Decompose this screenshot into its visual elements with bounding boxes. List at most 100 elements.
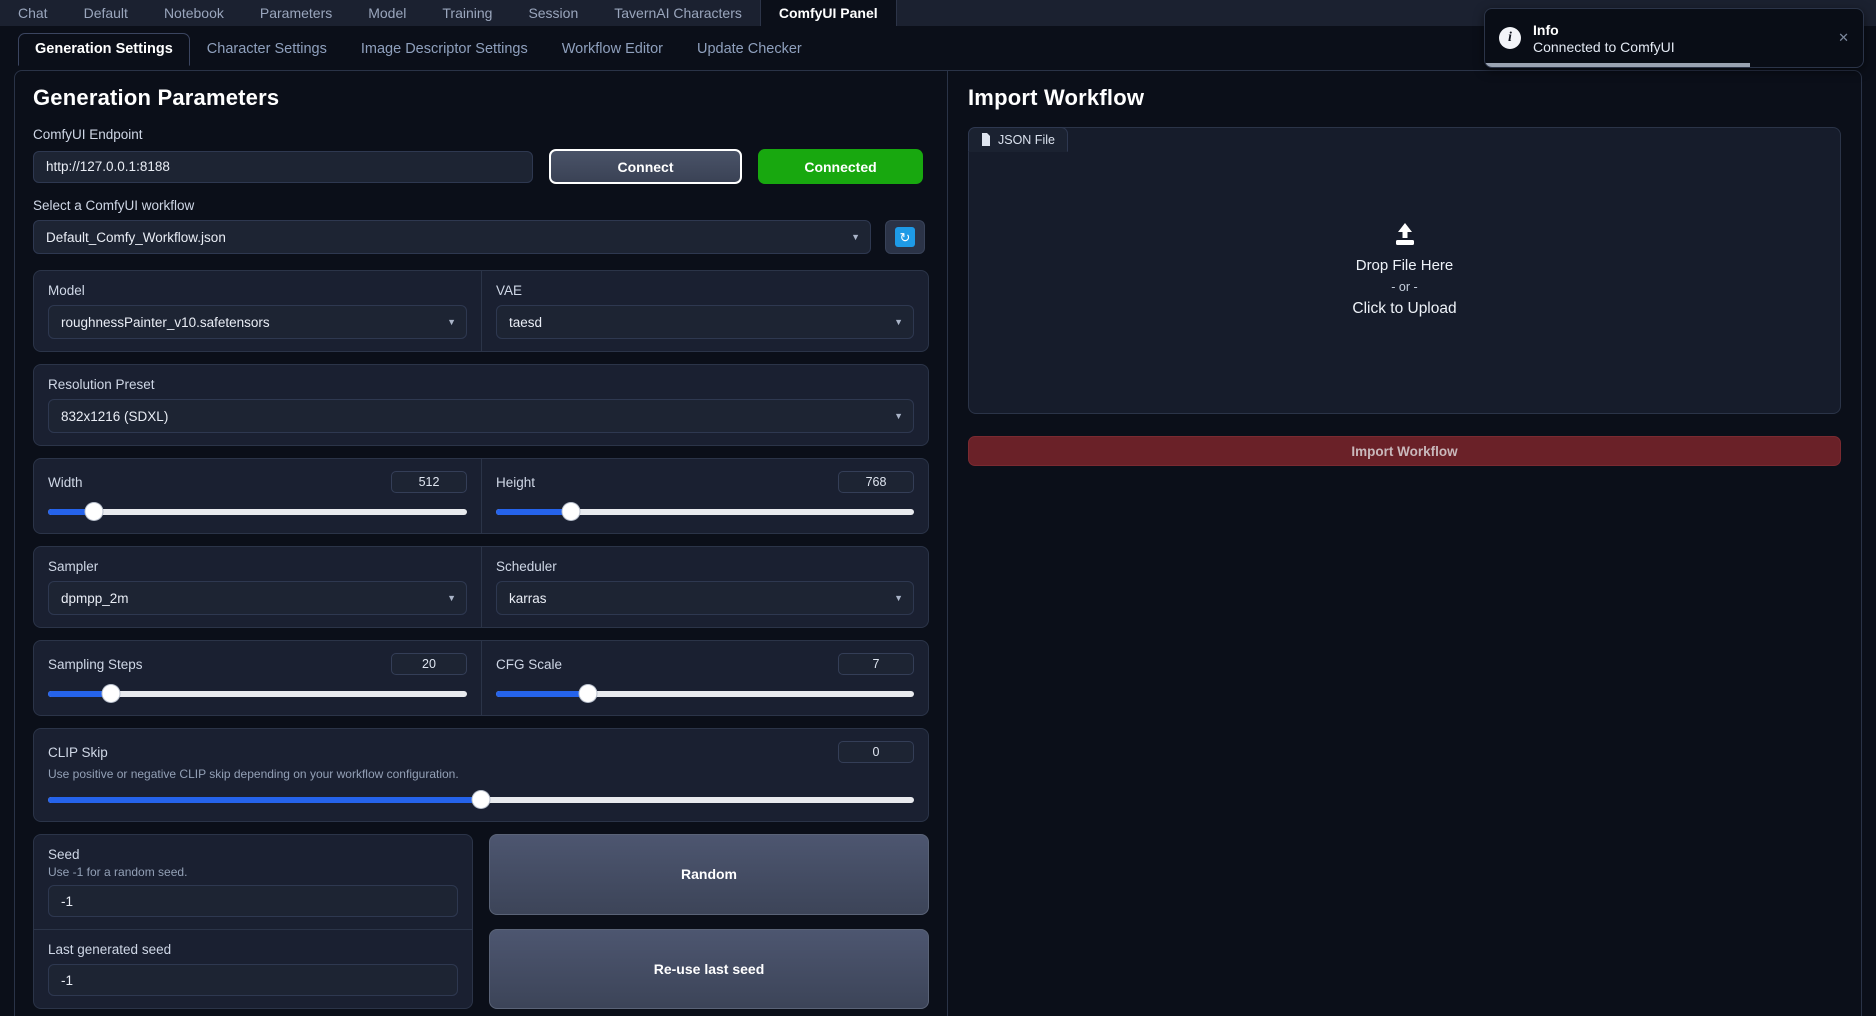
click-to-upload-link[interactable]: Click to Upload — [1352, 300, 1456, 318]
resolution-select[interactable]: 832x1216 (SDXL) ▼ — [48, 399, 914, 433]
endpoint-input[interactable]: http://127.0.0.1:8188 — [33, 150, 533, 183]
json-file-tab-label: JSON File — [998, 132, 1055, 147]
workflow-select[interactable]: Default_Comfy_Workflow.json ▼ — [33, 220, 871, 254]
dimensions-panel: Width 512 Height 768 — [33, 458, 929, 534]
connect-button[interactable]: Connect — [549, 149, 742, 184]
topnav-item-training[interactable]: Training — [424, 0, 510, 26]
topnav-item-default[interactable]: Default — [66, 0, 146, 26]
clip-skip-slider[interactable] — [48, 791, 914, 809]
connection-status-badge[interactable]: Connected — [758, 149, 923, 184]
clip-skip-help-text: Use positive or negative CLIP skip depen… — [48, 767, 459, 781]
chevron-down-icon: ▼ — [894, 317, 903, 327]
height-field: Height 768 — [481, 459, 928, 533]
sampler-scheduler-panel: Sampler dpmpp_2m ▼ Scheduler karras ▼ — [33, 546, 929, 628]
width-slider[interactable] — [48, 503, 467, 521]
toast-title: Info — [1533, 21, 1559, 38]
scheduler-select-value: karras — [509, 590, 547, 606]
height-slider[interactable] — [496, 503, 914, 521]
slider-thumb[interactable] — [102, 685, 120, 702]
slider-thumb[interactable] — [579, 685, 597, 702]
vae-select[interactable]: taesd ▼ — [496, 305, 914, 339]
close-icon[interactable]: ✕ — [1838, 30, 1849, 46]
last-generated-seed-input[interactable]: -1 — [48, 964, 458, 996]
json-file-tab[interactable]: JSON File — [968, 127, 1068, 152]
refresh-icon: ↻ — [895, 227, 915, 247]
tab-update-checker[interactable]: Update Checker — [680, 33, 819, 66]
width-label: Width — [48, 474, 83, 490]
last-generated-seed-field: Last generated seed -1 — [34, 929, 472, 1008]
topnav-item-comfyui-panel[interactable]: ComfyUI Panel — [759, 0, 897, 26]
file-dropzone[interactable]: JSON File Drop File Here - or - Click to… — [968, 127, 1841, 414]
dropzone-body: Drop File Here - or - Click to Upload — [969, 128, 1840, 413]
cfg-scale-slider[interactable] — [496, 685, 914, 703]
topnav-item-session[interactable]: Session — [510, 0, 596, 26]
info-icon: i — [1499, 27, 1521, 49]
file-icon — [982, 133, 990, 146]
toast-text: Info Connected to ComfyUI — [1533, 22, 1675, 55]
clip-skip-value-input[interactable]: 0 — [838, 741, 914, 763]
seed-input[interactable]: -1 — [48, 885, 458, 917]
tab-image-descriptor-settings[interactable]: Image Descriptor Settings — [344, 33, 545, 66]
tab-workflow-editor[interactable]: Workflow Editor — [545, 33, 680, 66]
clip-skip-panel: CLIP Skip 0 Use positive or negative CLI… — [33, 728, 929, 822]
toast-notification[interactable]: i Info Connected to ComfyUI ✕ — [1484, 8, 1864, 68]
upload-icon — [1395, 223, 1414, 245]
topnav-item-parameters[interactable]: Parameters — [242, 0, 350, 26]
topnav-item-model[interactable]: Model — [350, 0, 424, 26]
slider-thumb[interactable] — [562, 503, 580, 520]
refresh-workflows-button[interactable]: ↻ — [885, 220, 925, 254]
toast-message: Connected to ComfyUI — [1533, 38, 1675, 55]
sampler-label: Sampler — [48, 559, 99, 574]
scheduler-select[interactable]: karras ▼ — [496, 581, 914, 615]
width-value-input[interactable]: 512 — [391, 471, 467, 493]
workflow-select-value: Default_Comfy_Workflow.json — [46, 229, 226, 245]
toast-progress-bar — [1485, 63, 1750, 67]
drop-file-here-text: Drop File Here — [1355, 257, 1454, 274]
import-workflow-button[interactable]: Import Workflow — [968, 436, 1841, 466]
generation-parameters-column: Generation Parameters ComfyUI Endpoint h… — [15, 71, 948, 1016]
resolution-label: Resolution Preset — [48, 377, 155, 392]
slider-fill — [496, 509, 572, 515]
steps-cfg-panel: Sampling Steps 20 CFG Scale 7 — [33, 640, 929, 716]
height-value-input[interactable]: 768 — [838, 471, 914, 493]
sampler-select[interactable]: dpmpp_2m ▼ — [48, 581, 467, 615]
sampling-steps-label: Sampling Steps — [48, 656, 143, 672]
topnav-item-notebook[interactable]: Notebook — [146, 0, 242, 26]
chevron-down-icon: ▼ — [447, 593, 456, 603]
resolution-select-value: 832x1216 (SDXL) — [61, 408, 169, 424]
tab-generation-settings[interactable]: Generation Settings — [18, 33, 190, 66]
sampling-steps-slider[interactable] — [48, 685, 467, 703]
import-workflow-title: Import Workflow — [968, 85, 1145, 110]
seed-help-text: Use -1 for a random seed. — [48, 865, 188, 879]
sampling-steps-field: Sampling Steps 20 — [34, 641, 481, 715]
reuse-last-seed-button[interactable]: Re-use last seed — [489, 928, 929, 1009]
last-generated-seed-label: Last generated seed — [48, 942, 172, 957]
model-select-value: roughnessPainter_v10.safetensors — [61, 314, 270, 330]
resolution-preset-panel: Resolution Preset 832x1216 (SDXL) ▼ — [33, 364, 929, 446]
topnav-item-tavernai-characters[interactable]: TavernAI Characters — [596, 0, 760, 26]
sampler-field: Sampler dpmpp_2m ▼ — [34, 547, 481, 627]
slider-track — [48, 509, 467, 515]
vae-field: VAE taesd ▼ — [481, 271, 928, 351]
chevron-down-icon: ▼ — [851, 232, 860, 242]
slider-fill — [496, 691, 588, 697]
endpoint-label: ComfyUI Endpoint — [33, 127, 143, 142]
seed-panel: Seed Use -1 for a random seed. -1 Last g… — [33, 834, 473, 1009]
model-select[interactable]: roughnessPainter_v10.safetensors ▼ — [48, 305, 467, 339]
slider-thumb[interactable] — [472, 791, 490, 808]
sampler-select-value: dpmpp_2m — [61, 590, 129, 606]
slider-thumb[interactable] — [85, 503, 103, 520]
seed-buttons: Random Re-use last seed — [489, 834, 929, 1009]
sampling-steps-value-input[interactable]: 20 — [391, 653, 467, 675]
clip-skip-label: CLIP Skip — [48, 744, 108, 760]
page-title: Generation Parameters — [33, 85, 280, 110]
topnav-item-chat[interactable]: Chat — [0, 0, 66, 26]
chevron-down-icon: ▼ — [894, 411, 903, 421]
tab-character-settings[interactable]: Character Settings — [190, 33, 344, 66]
cfg-scale-value-input[interactable]: 7 — [838, 653, 914, 675]
random-seed-button[interactable]: Random — [489, 834, 929, 915]
endpoint-row: http://127.0.0.1:8188 Connect Connected — [33, 149, 929, 184]
cfg-scale-label: CFG Scale — [496, 656, 563, 672]
import-workflow-column: Import Workflow JSON File Drop File Here… — [948, 71, 1861, 1016]
cfg-scale-field: CFG Scale 7 — [481, 641, 928, 715]
